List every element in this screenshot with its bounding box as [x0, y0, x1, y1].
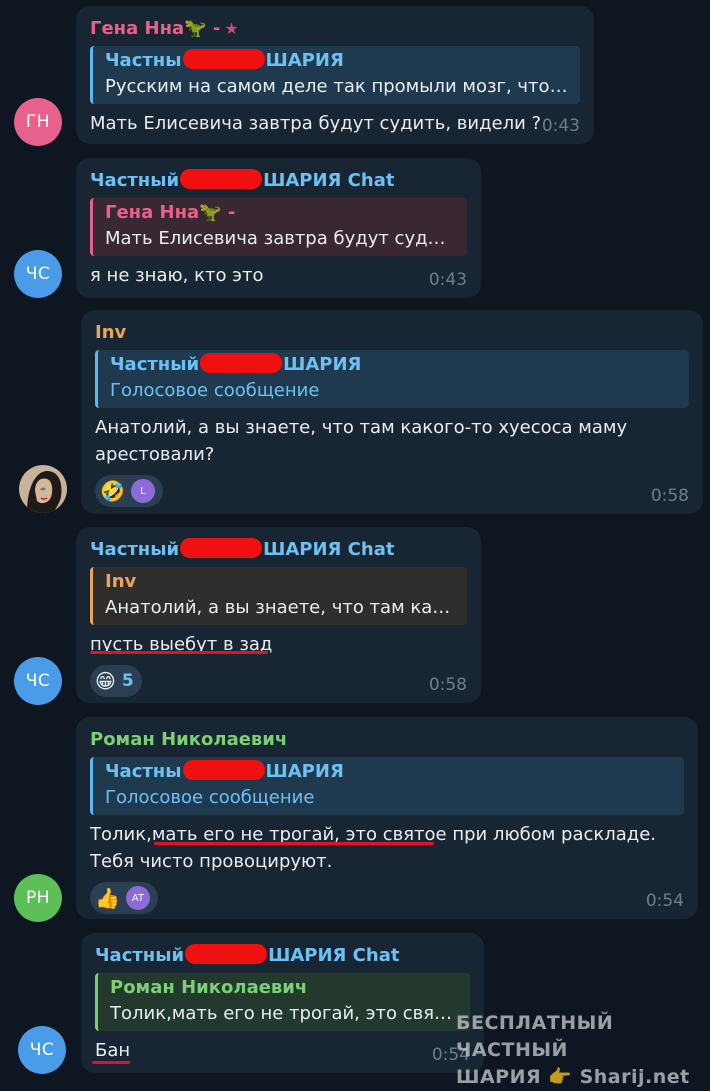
star-icon: ★ — [224, 19, 239, 38]
grin-emoji-icon: 😁 — [95, 669, 116, 693]
reply-sender-right: ШАРИЯ — [283, 354, 362, 375]
message-bubble[interactable]: Гена Нна🦖 - ★ Частны ШАРИЯ Русским на само… — [76, 6, 594, 144]
redaction-mark — [180, 169, 263, 189]
reply-quote[interactable]: Inv Анатолий, а вы знаете, что там как..… — [90, 567, 467, 625]
avatar[interactable]: РН — [14, 874, 62, 922]
message-text: Анатолий, а вы знаете, что там какого-то… — [95, 414, 689, 468]
dinosaur-emoji: 🦖 — [199, 202, 222, 223]
message-bubble[interactable]: Частный ШАРИЯ Chat Роман Николаевич Толик… — [81, 933, 484, 1073]
reply-sender-right: ШАРИЯ — [265, 761, 344, 782]
reply-sender: Роман Николаевич — [110, 977, 308, 998]
watermark-site: Sharij.net — [579, 1066, 690, 1088]
message-text: Мать Елисевича завтра будут судить, виде… — [90, 113, 542, 134]
redaction-mark — [180, 538, 263, 558]
message-time: 0:58 — [428, 675, 467, 695]
reply-sender: Inv — [105, 571, 137, 592]
message-bubble[interactable]: Роман Николаевич Частны ШАРИЯ Голосовое с… — [76, 717, 698, 919]
reply-text: Мать Елисевича завтра будут судит... — [105, 228, 457, 249]
highlight-underline — [92, 1061, 130, 1064]
redaction-mark — [182, 49, 265, 69]
sender-name[interactable]: Частный ШАРИЯ Chat — [90, 168, 467, 194]
watermark-line: ШАРИЯ 👉 Sharij.net — [456, 1064, 710, 1091]
sender-name[interactable]: Гена Нна🦖 - ★ — [90, 16, 580, 42]
reply-text: Русским на самом деле так промыли мозг, … — [105, 76, 570, 97]
reply-sender-right: ШАРИЯ — [265, 50, 344, 71]
reply-sender-left: Частный — [110, 354, 200, 375]
sender-left: Частный — [90, 539, 180, 560]
reaction-count: 5 — [121, 671, 134, 691]
reaction-pill[interactable]: 👍 AT — [90, 882, 158, 914]
reply-text: Голосовое сообщение — [110, 380, 320, 401]
reply-quote[interactable]: Частны ШАРИЯ Голосовое сообщение — [90, 757, 684, 815]
thumbs-up-emoji-icon: 👍 — [95, 886, 120, 910]
reply-sender: Частны ШАРИЯ — [105, 759, 674, 785]
reply-sender-left: Частны — [105, 50, 182, 71]
reactions: 🤣 L — [95, 474, 689, 508]
sender-name[interactable]: Inv — [95, 320, 689, 346]
reply-sender-text: Гена Нна — [105, 202, 200, 223]
message-bubble[interactable]: Частный ШАРИЯ Chat Гена Нна🦖 - Мать Елисе… — [76, 158, 481, 298]
message-time: 0:43 — [428, 270, 467, 290]
redaction-mark — [200, 353, 283, 373]
sender-name[interactable]: Роман Николаевич — [90, 727, 684, 753]
sender-right: ШАРИЯ Chat — [263, 170, 395, 191]
sender-left: Частный — [95, 945, 185, 966]
reply-text: Толик,мать его не трогай, это свято... — [110, 1003, 460, 1024]
sender-right: ШАРИЯ Chat — [268, 945, 400, 966]
reply-sender: Частны ШАРИЯ — [105, 48, 570, 74]
avatar[interactable]: ЧС — [14, 657, 62, 705]
message-text-line: Анатолий, а вы знаете, что там какого-то… — [95, 417, 628, 438]
reaction-pill[interactable]: 😁 5 — [90, 665, 142, 697]
reactor-avatar: L — [130, 479, 155, 503]
sender-name[interactable]: Частный ШАРИЯ Chat — [90, 537, 467, 563]
reply-quote[interactable]: Роман Николаевич Толик,мать его не трога… — [95, 973, 470, 1031]
avatar[interactable]: ЧС — [18, 1026, 66, 1074]
redaction-mark — [182, 760, 265, 780]
watermark: БЕСПЛАТНЫЙ ЧАСТНЫЙ ШАРИЯ 👉 Sharij.net — [456, 1010, 710, 1091]
reaction-pill[interactable]: 🤣 L — [95, 475, 163, 507]
sender-suffix: - — [212, 18, 221, 39]
message-text: Толик,мать его не трогай, это святое при… — [90, 821, 684, 875]
avatar[interactable]: ГН — [14, 98, 62, 146]
message-time: 0:43 — [541, 116, 580, 136]
sender-name-text: Гена Нна — [90, 18, 185, 39]
avatar[interactable]: ЧС — [14, 250, 62, 298]
message-text: я не знаю, кто это — [90, 265, 264, 286]
reactions: 👍 AT — [90, 881, 684, 915]
text-segment: Толик, — [90, 824, 152, 845]
highlight-underline — [154, 842, 434, 845]
reply-text: Анатолий, а вы знаете, что там как... — [105, 597, 457, 618]
text-segment: при любом раскладе. — [446, 824, 657, 845]
sender-name[interactable]: Частный ШАРИЯ Chat — [95, 943, 470, 969]
message-bubble[interactable]: Inv Частный ШАРИЯ Голосовое сообщение Ана… — [81, 310, 703, 514]
message-text-line: арестовали? — [95, 444, 215, 465]
user-photo-avatar[interactable] — [19, 465, 67, 513]
reply-sender-left: Частны — [105, 761, 182, 782]
sender-left: Частный — [90, 170, 180, 191]
reply-quote[interactable]: Гена Нна🦖 - Мать Елисевича завтра будут … — [90, 198, 467, 256]
redaction-mark — [185, 944, 268, 964]
reply-quote[interactable]: Частный ШАРИЯ Голосовое сообщение — [95, 350, 689, 408]
reply-quote[interactable]: Частны ШАРИЯ Русским на самом деле так пр… — [90, 46, 580, 104]
reply-sender: Гена Нна🦖 - — [105, 200, 457, 226]
message-text: Бан — [95, 1040, 131, 1061]
rofl-emoji-icon: 🤣 — [100, 479, 125, 503]
message-time: 0:58 — [650, 486, 689, 506]
message-bubble[interactable]: Частный ШАРИЯ Chat Inv Анатолий, а вы зна… — [76, 527, 481, 703]
sender-right: ШАРИЯ Chat — [263, 539, 395, 560]
watermark-text: ШАРИЯ — [456, 1066, 542, 1088]
highlight-underline — [90, 651, 268, 654]
pointing-hand-icon: 👉 — [548, 1066, 573, 1088]
message-time: 0:54 — [645, 891, 684, 911]
message-text-line: Тебя чисто провоцируют. — [90, 851, 333, 872]
watermark-line: БЕСПЛАТНЫЙ ЧАСТНЫЙ — [456, 1012, 614, 1061]
reactor-avatar: AT — [125, 886, 150, 910]
reactions: 😁 5 — [90, 664, 467, 698]
reply-text: Голосовое сообщение — [105, 787, 315, 808]
dinosaur-emoji: 🦖 — [184, 18, 207, 39]
reply-sender: Частный ШАРИЯ — [110, 352, 679, 378]
reply-suffix: - — [227, 202, 236, 223]
